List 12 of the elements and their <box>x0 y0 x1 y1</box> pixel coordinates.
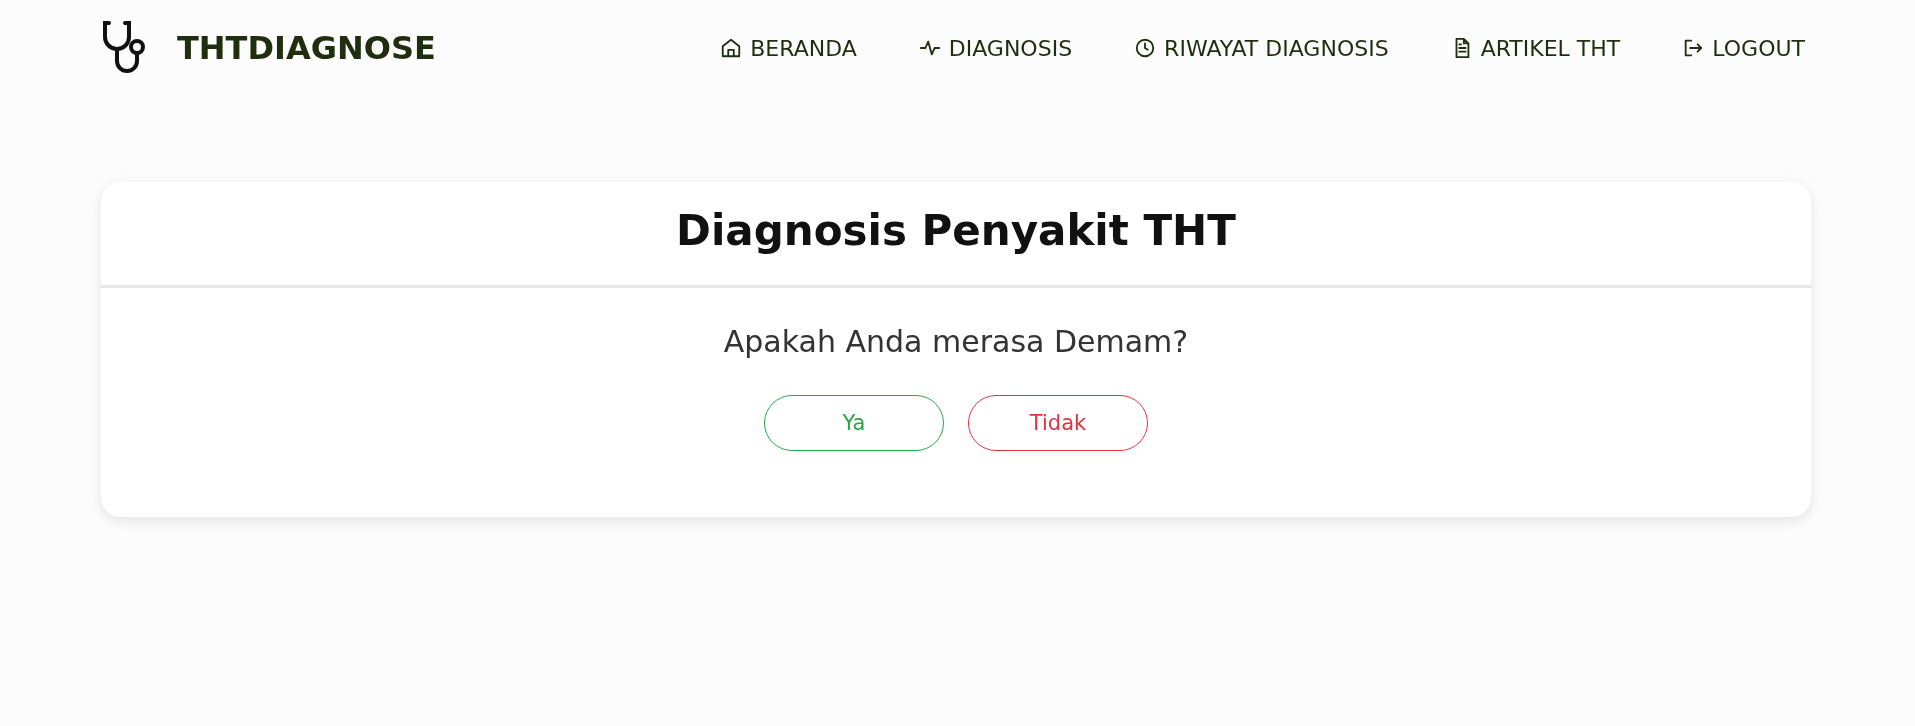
nav-link[interactable]: DIAGNOSIS <box>918 35 1073 61</box>
nav-link[interactable]: ARTIKEL THT <box>1450 35 1621 61</box>
nav-link[interactable]: BERANDA <box>720 35 857 61</box>
logout-icon <box>1682 37 1705 59</box>
no-button[interactable]: Tidak <box>968 395 1148 451</box>
card-title: Diagnosis Penyakit THT <box>675 206 1237 255</box>
nav-link[interactable]: RIWAYAT DIAGNOSIS <box>1134 35 1389 61</box>
question-text: Apakah Anda merasa Demam? <box>722 324 1190 359</box>
nav-link[interactable]: LOGOUT <box>1682 35 1805 61</box>
brand-name[interactable]: THTDIAGNOSE <box>177 29 436 67</box>
clock-icon <box>1134 37 1157 59</box>
home-icon <box>720 37 743 59</box>
